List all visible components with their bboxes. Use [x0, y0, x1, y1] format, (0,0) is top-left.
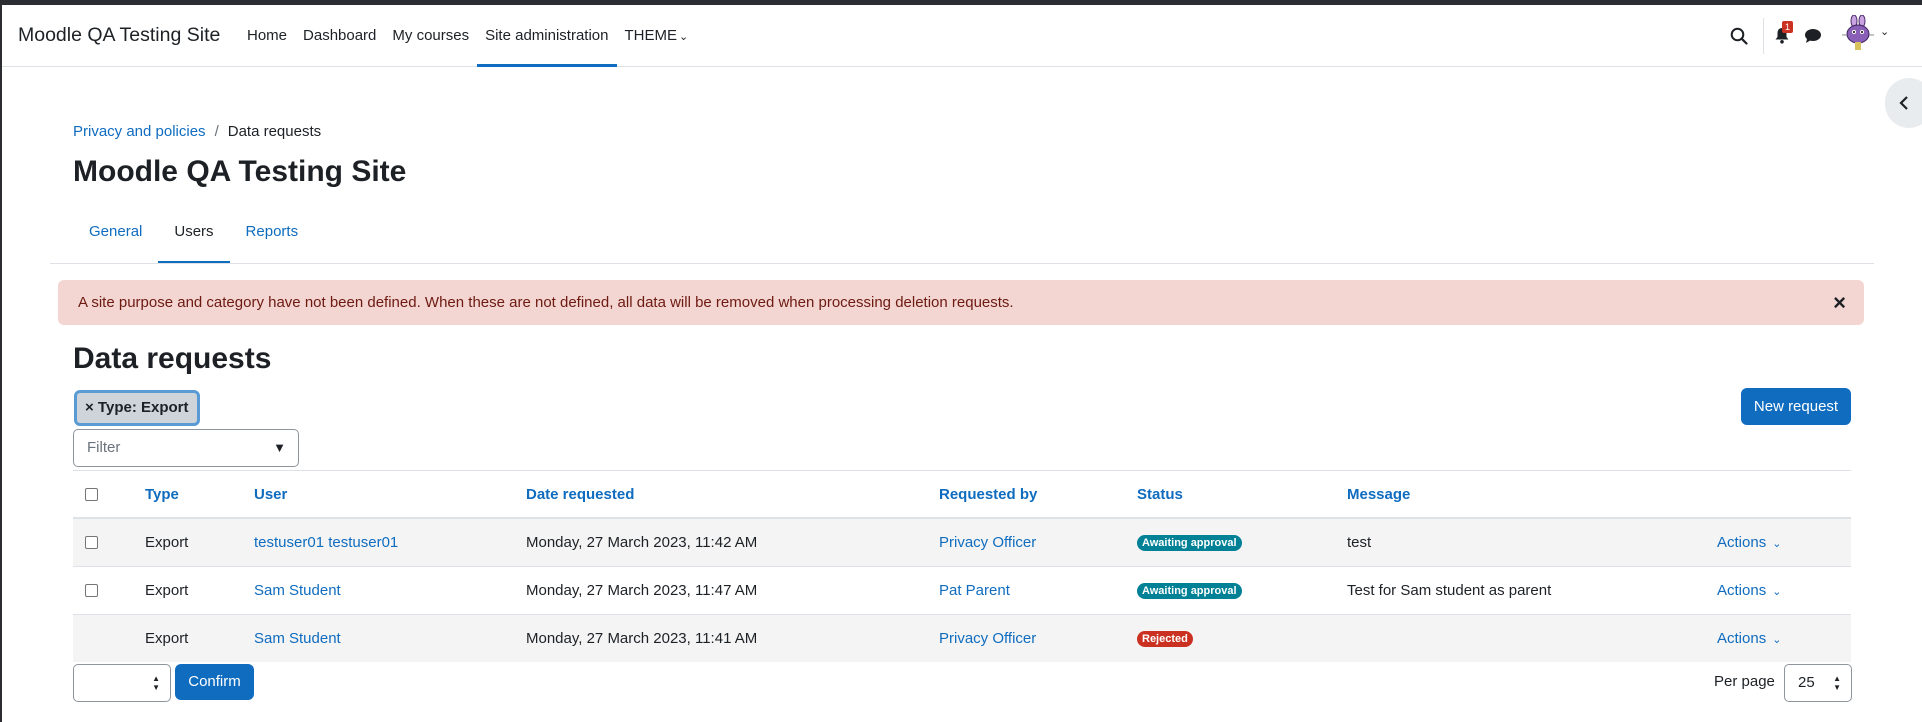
- caret-down-icon: ▼: [273, 440, 286, 455]
- actions-label: Actions: [1717, 582, 1767, 599]
- cell-type: Export: [145, 534, 189, 551]
- actions-menu[interactable]: Actions ⌄: [1717, 519, 1781, 568]
- breadcrumb-current: Data requests: [227, 123, 322, 140]
- filter-dropdown[interactable]: Filter ▼: [73, 429, 299, 467]
- status-badge: Awaiting approval: [1137, 535, 1242, 552]
- navbar-divider: [1763, 18, 1764, 54]
- nav-site-administration[interactable]: Site administration: [477, 5, 617, 67]
- new-request-button[interactable]: New request: [1741, 388, 1851, 425]
- chevron-down-icon: ⌄: [1772, 586, 1782, 598]
- search-icon[interactable]: [1730, 27, 1748, 45]
- nav-home[interactable]: Home: [239, 5, 295, 66]
- data-requests-heading: Data requests: [73, 342, 272, 375]
- column-header-message[interactable]: Message: [1347, 471, 1410, 518]
- select-arrows-icon: ▲ ▼: [1833, 674, 1841, 692]
- chevron-left-icon: [1899, 96, 1908, 110]
- cell-message: Test for Sam student as parent: [1347, 582, 1552, 599]
- nav-my-courses[interactable]: My courses: [384, 5, 477, 66]
- status-badge: Awaiting approval: [1137, 583, 1242, 600]
- status-badge: Rejected: [1137, 631, 1193, 648]
- per-page-select[interactable]: 25 ▲ ▼: [1784, 664, 1852, 702]
- cell-date: Monday, 27 March 2023, 11:41 AM: [526, 630, 758, 647]
- column-header-type[interactable]: Type: [145, 471, 179, 518]
- actions-menu[interactable]: Actions ⌄: [1717, 567, 1781, 616]
- cell-type: Export: [145, 630, 189, 647]
- row-checkbox[interactable]: [85, 584, 98, 597]
- select-arrows-icon: ▲ ▼: [152, 674, 160, 692]
- table-row: Export Sam Student Monday, 27 March 2023…: [73, 567, 1851, 614]
- cell-requested-by-link[interactable]: Pat Parent: [939, 567, 1010, 614]
- secondary-navigation: General Users Reports: [73, 212, 314, 264]
- filter-chip-type-export[interactable]: × Type: Export: [74, 390, 200, 426]
- alert-close-button[interactable]: ×: [1833, 280, 1846, 325]
- cell-user-link[interactable]: testuser01 testuser01: [254, 519, 398, 566]
- actions-menu[interactable]: Actions ⌄: [1717, 615, 1781, 664]
- per-page-value: 25: [1798, 674, 1815, 691]
- chevron-down-icon: ⌄: [679, 31, 689, 43]
- nav-theme-label: THEME: [624, 27, 678, 44]
- nav-dashboard[interactable]: Dashboard: [295, 5, 384, 66]
- cell-date: Monday, 27 March 2023, 11:47 AM: [526, 582, 758, 599]
- site-brand[interactable]: Moodle QA Testing Site: [18, 5, 220, 66]
- alert-message: A site purpose and category have not bee…: [78, 294, 1014, 311]
- breadcrumb-privacy-and-policies[interactable]: Privacy and policies: [73, 123, 206, 140]
- avatar: [1842, 14, 1874, 50]
- confirm-button[interactable]: Confirm: [175, 664, 254, 700]
- select-all-checkbox[interactable]: [85, 488, 98, 501]
- bulk-action-select[interactable]: ▲ ▼: [73, 664, 171, 702]
- block-drawer-toggle[interactable]: [1885, 78, 1922, 128]
- column-header-status[interactable]: Status: [1137, 471, 1183, 518]
- cell-user-link[interactable]: Sam Student: [254, 615, 341, 662]
- page-title: Moodle QA Testing Site: [73, 155, 407, 188]
- table-header-row: Type User Date requested Requested by St…: [73, 471, 1851, 518]
- cell-requested-by-link[interactable]: Privacy Officer: [939, 519, 1036, 566]
- notifications-button[interactable]: 1: [1774, 21, 1794, 45]
- filter-placeholder: Filter: [87, 439, 121, 456]
- warning-alert: A site purpose and category have not bee…: [58, 280, 1864, 325]
- cell-user-link[interactable]: Sam Student: [254, 567, 341, 614]
- per-page-label: Per page: [1714, 673, 1775, 690]
- cell-date: Monday, 27 March 2023, 11:42 AM: [526, 534, 758, 551]
- actions-label: Actions: [1717, 630, 1767, 647]
- chevron-down-icon: ⌄: [1772, 634, 1782, 646]
- column-header-user[interactable]: User: [254, 471, 287, 518]
- column-header-date[interactable]: Date requested: [526, 471, 634, 518]
- breadcrumb: Privacy and policies / Data requests: [73, 123, 321, 140]
- breadcrumb-separator: /: [214, 123, 219, 140]
- tab-users[interactable]: Users: [158, 212, 230, 264]
- tab-general[interactable]: General: [73, 212, 158, 264]
- actions-label: Actions: [1717, 534, 1767, 551]
- notification-count-badge: 1: [1782, 21, 1794, 33]
- table-row: Export Sam Student Monday, 27 March 2023…: [73, 615, 1851, 662]
- cell-type: Export: [145, 582, 189, 599]
- cell-message: test: [1347, 534, 1372, 551]
- window-left-edge: [0, 0, 2, 722]
- column-header-requested-by[interactable]: Requested by: [939, 471, 1037, 518]
- cell-requested-by-link[interactable]: Privacy Officer: [939, 615, 1036, 662]
- top-navbar: Moodle QA Testing Site Home Dashboard My…: [2, 5, 1922, 67]
- primary-navigation: Home Dashboard My courses Site administr…: [239, 5, 697, 67]
- tab-underline: [50, 263, 1874, 264]
- chevron-down-icon: ⌄: [1880, 26, 1890, 38]
- messages-icon[interactable]: [1804, 28, 1822, 44]
- chevron-down-icon: ⌄: [1772, 538, 1782, 550]
- user-menu-toggle[interactable]: ⌄: [1840, 14, 1889, 55]
- tab-reports[interactable]: Reports: [230, 212, 315, 264]
- table-row: Export testuser01 testuser01 Monday, 27 …: [73, 519, 1851, 566]
- row-checkbox[interactable]: [85, 536, 98, 549]
- nav-theme-menu[interactable]: THEME ⌄: [617, 5, 697, 66]
